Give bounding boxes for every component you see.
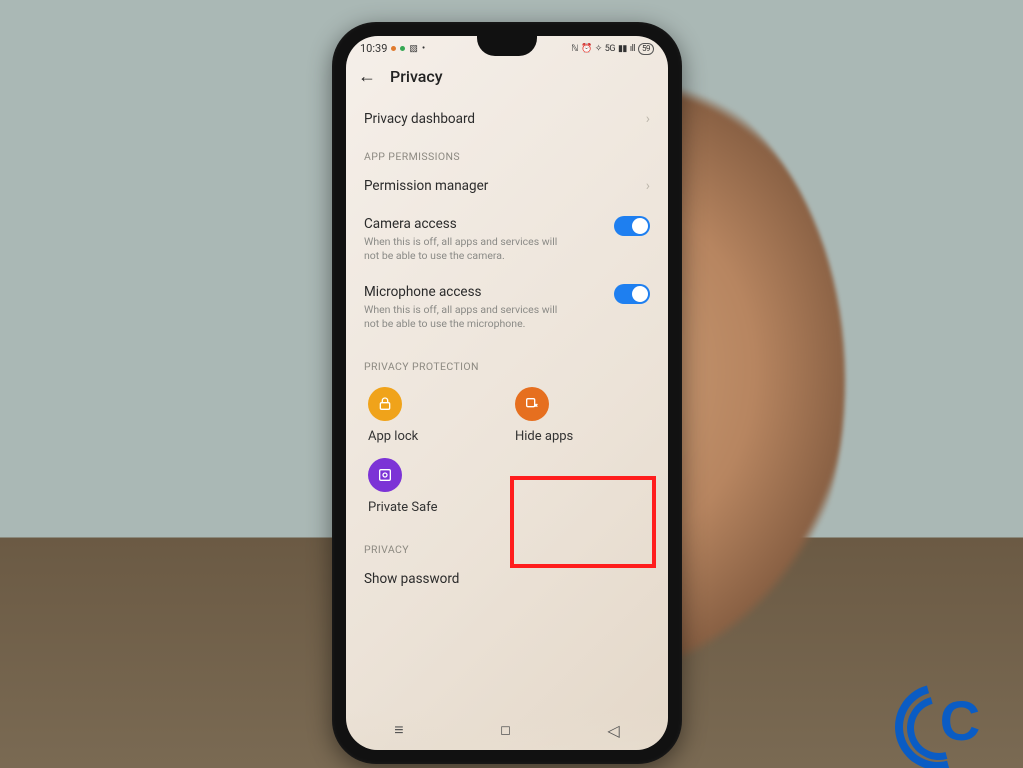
privacy-protection-tiles: App lock Hide apps <box>364 377 650 525</box>
nav-back-icon[interactable]: ◁ <box>607 721 619 740</box>
vibrate-icon: ✧ <box>595 44 602 54</box>
signal-bars-icon: ▮▮ <box>618 44 627 54</box>
nav-home-icon[interactable]: ◻ <box>500 723 511 738</box>
settings-header: ← Privacy <box>346 57 668 100</box>
logo-arc-icon <box>895 684 982 768</box>
status-right: ℕ ⏰ ✧ 5G ▮▮ ıll 59 <box>571 43 654 55</box>
page-title: Privacy <box>390 67 443 86</box>
hide-apps-icon <box>515 387 549 421</box>
photo-scene: 10:39 ▧ • ℕ ⏰ ✧ 5G ▮▮ ıll 59 ← <box>0 0 1023 768</box>
row-text-block: Microphone access When this is off, all … <box>364 284 574 330</box>
row-subtitle: When this is off, all apps and services … <box>364 235 574 262</box>
camera-toggle[interactable] <box>614 216 650 236</box>
phone-screen: 10:39 ▧ • ℕ ⏰ ✧ 5G ▮▮ ıll 59 ← <box>346 36 668 750</box>
tile-label: Private Safe <box>368 500 437 515</box>
battery-icon: 59 <box>638 43 654 55</box>
status-dot-icon <box>400 46 405 51</box>
logo-letter: C <box>940 688 980 753</box>
status-dot-icon <box>391 46 396 51</box>
nfc-icon: ℕ <box>571 44 578 54</box>
display-notch <box>477 36 537 56</box>
row-camera-access[interactable]: Camera access When this is off, all apps… <box>364 205 650 273</box>
back-icon[interactable]: ← <box>358 68 376 86</box>
section-app-permissions: APP PERMISSIONS <box>364 138 650 167</box>
row-label: Microphone access <box>364 284 574 300</box>
tile-hide-apps[interactable]: Hide apps <box>511 385 650 448</box>
row-privacy-dashboard[interactable]: Privacy dashboard › <box>364 100 650 138</box>
microphone-toggle[interactable] <box>614 284 650 304</box>
row-label: Permission manager <box>364 178 488 194</box>
row-microphone-access[interactable]: Microphone access When this is off, all … <box>364 273 650 341</box>
status-time: 10:39 <box>360 42 387 55</box>
status-left: 10:39 ▧ • <box>360 42 425 55</box>
signal-5g-icon: 5G <box>605 44 615 54</box>
settings-list: Privacy dashboard › APP PERMISSIONS Perm… <box>346 100 668 589</box>
tile-label: App lock <box>368 429 418 444</box>
android-nav-bar: ≡ ◻ ◁ <box>346 710 668 750</box>
section-privacy-protection: PRIVACY PROTECTION <box>364 348 650 377</box>
row-label: Camera access <box>364 216 574 232</box>
signal-bars-icon: ıll <box>630 44 635 54</box>
status-more-icon: • <box>422 43 425 54</box>
nav-recent-icon[interactable]: ≡ <box>394 720 403 740</box>
chevron-right-icon: › <box>646 178 650 194</box>
row-permission-manager[interactable]: Permission manager › <box>364 167 650 205</box>
row-subtitle: When this is off, all apps and services … <box>364 303 574 330</box>
tile-app-lock[interactable]: App lock <box>364 385 503 448</box>
private-safe-icon <box>368 458 402 492</box>
watermark-logo: C <box>905 680 1015 760</box>
tile-private-safe[interactable]: Private Safe <box>364 456 503 519</box>
section-privacy: PRIVACY <box>364 531 650 560</box>
row-label: Privacy dashboard <box>364 111 475 127</box>
row-text-block: Camera access When this is off, all apps… <box>364 216 574 262</box>
app-lock-icon <box>368 387 402 421</box>
logo-arc-icon <box>879 668 996 768</box>
row-label: Show password <box>364 571 459 587</box>
row-show-password[interactable]: Show password <box>364 560 650 589</box>
alarm-icon: ⏰ <box>581 44 592 54</box>
chevron-right-icon: › <box>646 111 650 127</box>
tile-label: Hide apps <box>515 429 573 444</box>
phone-body: 10:39 ▧ • ℕ ⏰ ✧ 5G ▮▮ ıll 59 ← <box>332 22 682 764</box>
status-app-icon: ▧ <box>409 44 418 54</box>
